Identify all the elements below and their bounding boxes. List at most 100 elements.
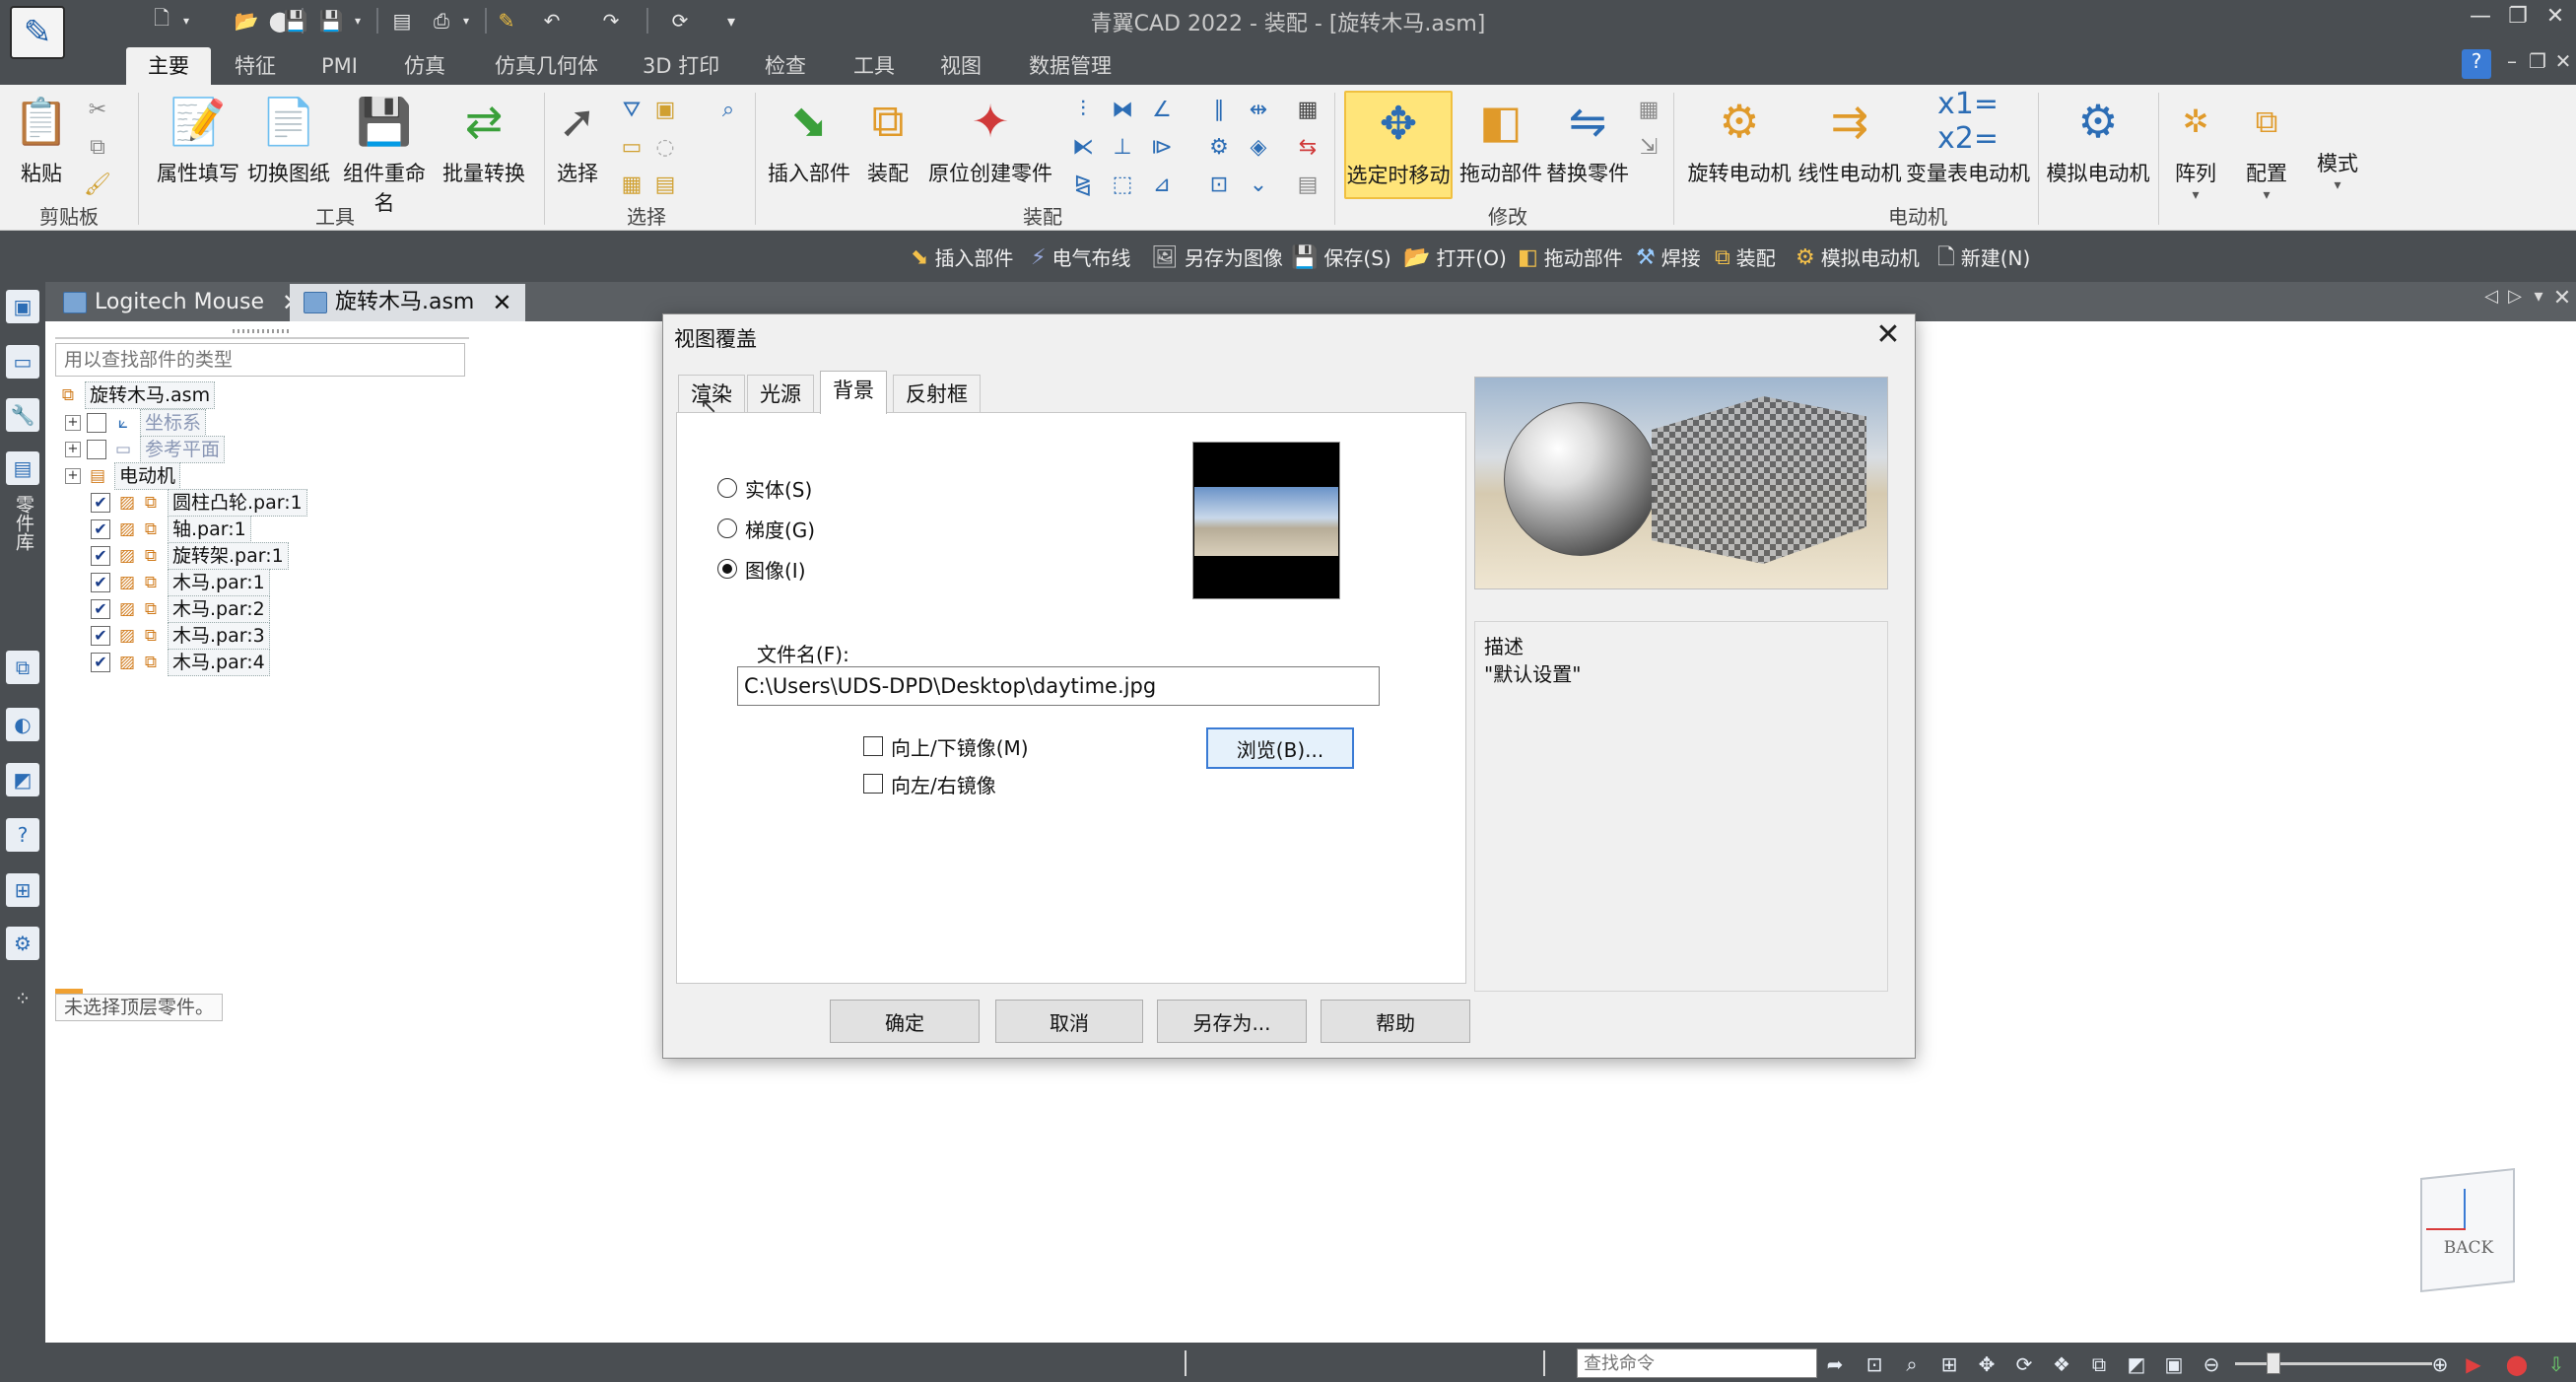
tree-root[interactable]: ⧉ 旋转木马.asm — [57, 381, 216, 409]
radio-solid[interactable]: 实体(S) — [717, 473, 812, 503]
tree-part[interactable]: ✔ ▨ ⧉ 木马.par:2 — [91, 595, 270, 623]
tab-tools[interactable]: 工具 — [832, 47, 916, 85]
tab-pmi[interactable]: PMI — [300, 47, 379, 85]
close-window-icon[interactable]: ✕ — [2539, 4, 2572, 37]
radio-gradient[interactable]: 梯度(G) — [717, 514, 815, 543]
relation-other-icon[interactable]: ▤ — [1293, 170, 1322, 199]
rail-structure-icon[interactable]: ⧉ — [6, 651, 39, 684]
select-assembly-icon[interactable]: ▦ — [617, 170, 646, 199]
zoom-in-icon[interactable]: ⊕ — [2426, 1350, 2454, 1378]
checkbox[interactable] — [863, 774, 883, 794]
panel-grip[interactable] — [55, 325, 469, 339]
doc-tab-logitech[interactable]: Logitech Mouse ✕ — [49, 284, 315, 321]
radio-button[interactable] — [717, 518, 737, 538]
relation-path-icon[interactable]: ⧎ — [1068, 170, 1098, 199]
cmd-weld[interactable]: ⚒ 焊接 — [1636, 244, 1701, 272]
app-logo-icon[interactable]: ✎ — [10, 6, 65, 59]
save-as-button[interactable]: 另存为... — [1157, 1000, 1307, 1043]
zoom-slider-thumb[interactable] — [2267, 1352, 2280, 1374]
mirror-horizontal-option[interactable]: 向左/右镜像 — [863, 769, 996, 798]
relation-angle-icon[interactable]: ∠ — [1147, 95, 1177, 124]
command-search-input[interactable] — [1577, 1348, 1817, 1378]
minimize-icon[interactable]: — — [2464, 4, 2497, 37]
replace-part-button[interactable]: ⇋ 替换零件 — [1543, 91, 1632, 199]
select-group-icon[interactable]: ▤ — [650, 170, 680, 199]
view-cube[interactable] — [2420, 1167, 2515, 1293]
sim-motor-button[interactable]: ⚙ 模拟电动机 — [2044, 91, 2152, 199]
spin-icon[interactable]: ❖ — [2048, 1350, 2075, 1378]
tab-3d-print[interactable]: 3D 打印 — [621, 47, 741, 85]
rail-tools-icon[interactable]: 🔧 — [6, 398, 39, 432]
visibility-checkbox[interactable]: ✔ — [91, 546, 110, 566]
mode-button[interactable]: 模式 ▾ — [2306, 148, 2369, 207]
cmd-open[interactable]: 📂 打开(O) — [1403, 244, 1507, 272]
select-button[interactable]: ➚ 选择 — [548, 91, 607, 199]
record-video-icon[interactable]: ▶ — [2460, 1350, 2487, 1378]
relation-parallel-icon[interactable]: ∥ — [1204, 95, 1234, 124]
format-painter-icon[interactable]: 🖌 — [83, 170, 112, 199]
cmd-save[interactable]: 💾 保存(S) — [1291, 244, 1391, 272]
visibility-checkbox[interactable]: ✔ — [91, 653, 110, 672]
switch-drawing-button[interactable]: 📄 切换图纸 — [244, 91, 333, 199]
rail-pathfinder-icon[interactable]: ▣ — [6, 290, 39, 323]
dialog-tab-background[interactable]: 背景 — [820, 371, 887, 414]
tab-view[interactable]: 视图 — [918, 47, 1003, 85]
dialog-close-icon[interactable]: ✕ — [1870, 317, 1906, 353]
rotary-motor-button[interactable]: ⚙ 旋转电动机 — [1685, 91, 1794, 199]
zoom-select-icon[interactable]: ⌕ — [713, 95, 743, 124]
tab-scroll-right-icon[interactable]: ▷ — [2503, 286, 2527, 315]
modify-extra-1-icon[interactable]: ▦ — [1634, 95, 1663, 124]
config-button[interactable]: ⧉ 配置 ▾ — [2235, 91, 2298, 204]
paste-button[interactable]: 📋 粘贴 — [8, 91, 75, 199]
shading-icon[interactable]: ◩ — [2123, 1350, 2150, 1378]
relation-tangent-icon[interactable]: ⊿ — [1147, 170, 1177, 199]
radio-button[interactable] — [717, 478, 737, 498]
tree-item-motor[interactable]: + ▤ 电动机 — [65, 462, 181, 490]
cmd-save-as-image[interactable]: 🖼 另存为图像 — [1151, 244, 1283, 272]
relation-connect-icon[interactable]: ⧐ — [1147, 132, 1177, 162]
zoom-icon[interactable]: ⌕ — [1898, 1350, 1926, 1378]
rail-more-icon[interactable]: ⁘ — [6, 982, 39, 1015]
expand-icon[interactable]: + — [65, 442, 81, 457]
file-name-input[interactable] — [737, 666, 1380, 706]
assemble-button[interactable]: ⧉ 装配 — [853, 91, 922, 199]
download-icon[interactable]: ⇩ — [2542, 1350, 2570, 1378]
tree-part[interactable]: ✔ ▨ ⧉ 轴.par:1 — [91, 516, 251, 543]
tree-part[interactable]: ✔ ▨ ⧉ 旋转架.par:1 — [91, 542, 289, 570]
cancel-button[interactable]: 取消 — [995, 1000, 1143, 1043]
run-command-icon[interactable]: ➦ — [1821, 1350, 1849, 1378]
relation-down-icon[interactable]: ⌄ — [1244, 170, 1273, 199]
cmd-sim-motor[interactable]: ⚙ 模拟电动机 — [1796, 244, 1920, 272]
visibility-checkbox[interactable]: ✔ — [91, 599, 110, 619]
relation-edit-icon[interactable]: ⇆ — [1293, 132, 1322, 162]
rename-component-button[interactable]: 💾 组件重命名 — [333, 91, 436, 216]
checkbox[interactable] — [863, 736, 883, 756]
zoom-slider-track[interactable] — [2235, 1362, 2432, 1365]
restore-icon[interactable]: ❐ — [2501, 4, 2535, 37]
tree-item-refplane[interactable]: + ▭ 参考平面 — [65, 436, 226, 463]
cmd-drag-part[interactable]: ◧ 拖动部件 — [1518, 244, 1623, 272]
close-doc-icon[interactable]: ✕ — [2550, 286, 2574, 315]
dialog-tab-reflection[interactable]: 反射框 — [893, 375, 981, 412]
attr-fill-button[interactable]: 📝 属性填写 — [154, 91, 242, 199]
cmd-assemble[interactable]: ⧉ 装配 — [1715, 244, 1776, 272]
browse-button[interactable]: 浏览(B)... — [1206, 727, 1354, 769]
relation-axial-icon[interactable]: ⊥ — [1108, 132, 1137, 162]
tab-features[interactable]: 特征 — [213, 47, 298, 85]
relation-rigid-icon[interactable]: ⬚ — [1108, 170, 1137, 199]
array-button[interactable]: ✲ 阵列 ▾ — [2164, 91, 2227, 203]
visibility-checkbox[interactable]: ✔ — [91, 519, 110, 539]
doc-tab-carousel[interactable]: 旋转木马.asm ✕ — [290, 284, 526, 321]
rail-appearance-icon[interactable]: ◐ — [6, 708, 39, 741]
create-in-place-button[interactable]: ✦ 原位创建零件 — [926, 91, 1054, 199]
radio-button[interactable] — [717, 559, 737, 579]
tree-part[interactable]: ✔ ▨ ⧉ 木马.par:4 — [91, 649, 270, 676]
insert-part-button[interactable]: ⬊ 插入部件 — [765, 91, 853, 199]
rail-help-icon[interactable]: ? — [6, 818, 39, 852]
relation-align-icon[interactable]: ⧓ — [1108, 95, 1137, 124]
tree-part[interactable]: ✔ ▨ ⧉ 木马.par:1 — [91, 569, 270, 596]
expand-icon[interactable]: + — [65, 468, 81, 484]
tab-data-management[interactable]: 数据管理 — [1007, 47, 1133, 85]
relation-table-icon[interactable]: ▦ — [1293, 95, 1322, 124]
visibility-checkbox[interactable]: ✔ — [91, 493, 110, 513]
